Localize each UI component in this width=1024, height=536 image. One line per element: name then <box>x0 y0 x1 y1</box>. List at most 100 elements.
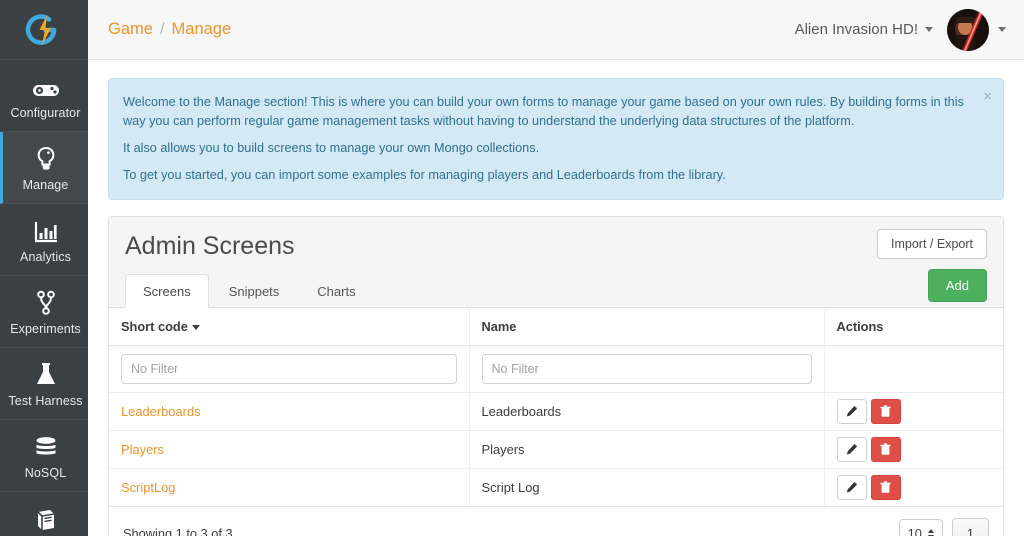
delete-trash-icon <box>880 443 891 455</box>
game-selector-label: Alien Invasion HD! <box>794 21 918 38</box>
cell-short-code: Players <box>109 430 470 469</box>
sidebar-item-manage[interactable]: Manage <box>0 132 88 204</box>
short-code-link[interactable]: Players <box>121 442 164 457</box>
column-header-actions: Actions <box>824 308 1003 346</box>
gamepad-icon <box>32 72 60 100</box>
sidebar-item-label: Test Harness <box>8 393 83 408</box>
column-header-name[interactable]: Name <box>469 308 825 346</box>
database-icon <box>33 432 59 460</box>
sort-descending-icon <box>191 325 200 331</box>
banner-paragraph: To get you started, you can import some … <box>123 168 726 182</box>
table-body: Leaderboards Leaderboards Players Player… <box>109 392 1003 507</box>
page-size-select[interactable]: 10 <box>898 519 943 536</box>
topbar: Game / Manage Alien Invasion HD! <box>88 0 1024 60</box>
sidebar-item-experiments[interactable]: Experiments <box>0 276 88 348</box>
delete-button[interactable] <box>870 475 901 500</box>
sidebar-item-label: NoSQL <box>24 465 67 480</box>
banner-paragraph: It also allows you to build screens to m… <box>123 141 540 155</box>
edit-button[interactable] <box>836 437 867 462</box>
table-header: Short code Name Actions <box>109 308 1003 346</box>
sidebar: Configurator Manage Analytics Experiment… <box>0 0 88 536</box>
delete-button[interactable] <box>870 437 901 462</box>
page-button-1[interactable]: 1 <box>951 518 989 536</box>
filter-cell-short-code <box>109 345 470 393</box>
tab-snippets[interactable]: Snippets <box>211 274 298 308</box>
sidebar-item-label: Configurator <box>10 105 81 120</box>
sidebar-item-test-harness[interactable]: Test Harness <box>0 348 88 420</box>
table-row[interactable]: Players Players <box>109 430 1003 469</box>
delete-trash-icon <box>880 405 891 417</box>
pagination-controls: 10 1 <box>898 518 989 536</box>
page-size-value: 10 <box>907 526 922 536</box>
app-root: Configurator Manage Analytics Experiment… <box>0 0 1024 536</box>
breadcrumb-separator: / <box>159 20 165 38</box>
edit-button[interactable] <box>836 475 867 500</box>
cell-actions <box>824 392 1003 431</box>
main-area: Game / Manage Alien Invasion HD! × Welco… <box>88 0 1024 536</box>
content: × Welcome to the Manage section! This is… <box>88 60 1024 536</box>
cell-short-code: Leaderboards <box>109 392 470 431</box>
game-selector[interactable]: Alien Invasion HD! <box>795 21 933 38</box>
sidebar-item-configurator[interactable]: Configurator <box>0 60 88 132</box>
app-logo[interactable] <box>0 0 88 60</box>
chevron-down-icon <box>998 27 1006 32</box>
sidebar-item-learn[interactable]: Learn <box>0 492 88 536</box>
edit-pencil-icon <box>846 405 858 417</box>
book-icon <box>33 504 59 532</box>
flask-icon <box>34 360 58 388</box>
banner-paragraph: Welcome to the Manage section! This is w… <box>123 95 964 128</box>
cell-actions <box>824 469 1003 507</box>
cell-short-code: ScriptLog <box>109 468 470 506</box>
cell-name: Script Log <box>469 468 825 506</box>
panel-tabs: Screens Snippets Charts <box>125 273 987 308</box>
lightbulb-icon <box>35 144 57 172</box>
bar-chart-icon <box>33 216 59 244</box>
breadcrumb-current[interactable]: Manage <box>172 20 232 39</box>
branch-icon <box>35 288 57 316</box>
delete-trash-icon <box>880 481 891 493</box>
user-menu[interactable] <box>947 8 1006 51</box>
breadcrumb-root[interactable]: Game <box>108 20 153 39</box>
avatar <box>947 8 989 51</box>
short-code-filter-input[interactable] <box>121 354 457 384</box>
showing-text: Showing 1 to 3 of 3 <box>123 526 233 536</box>
filter-cell-name <box>469 345 825 393</box>
close-icon[interactable]: × <box>983 89 992 104</box>
tab-screens[interactable]: Screens <box>125 274 209 308</box>
sidebar-item-label: Experiments <box>10 321 81 336</box>
sidebar-item-analytics[interactable]: Analytics <box>0 204 88 276</box>
name-filter-input[interactable] <box>481 354 812 384</box>
sidebar-item-label: Manage <box>22 177 69 192</box>
column-header-short-code[interactable]: Short code <box>109 308 470 346</box>
sidebar-item-nosql[interactable]: NoSQL <box>0 420 88 492</box>
column-header-label: Short code <box>121 319 188 334</box>
info-banner: × Welcome to the Manage section! This is… <box>108 78 1004 200</box>
short-code-link[interactable]: ScriptLog <box>121 480 175 495</box>
filter-row-body <box>109 345 1003 393</box>
edit-pencil-icon <box>846 443 858 455</box>
table-footer: Showing 1 to 3 of 3 10 1 <box>109 506 1003 536</box>
filter-cell-actions <box>824 345 1003 393</box>
admin-screens-panel: Admin Screens Import / Export Add Screen… <box>108 216 1004 536</box>
filter-row <box>109 345 1003 393</box>
short-code-link[interactable]: Leaderboards <box>121 404 201 419</box>
table-row[interactable]: Leaderboards Leaderboards <box>109 392 1003 431</box>
stepper-arrows-icon <box>927 528 934 536</box>
page-title: Admin Screens <box>125 232 295 260</box>
tab-charts[interactable]: Charts <box>299 274 373 308</box>
panel-header: Admin Screens Import / Export Add Screen… <box>109 217 1003 308</box>
breadcrumb: Game / Manage <box>108 20 231 39</box>
cell-name: Leaderboards <box>469 392 825 431</box>
edit-button[interactable] <box>836 399 867 424</box>
screens-table: Short code Name Actions No Filter No Fil… <box>109 308 1003 506</box>
cell-actions <box>824 430 1003 469</box>
add-button[interactable]: Add <box>927 269 987 302</box>
edit-pencil-icon <box>846 481 858 493</box>
table-row[interactable]: ScriptLog Script Log <box>109 468 1003 507</box>
topbar-right: Alien Invasion HD! <box>795 8 1006 51</box>
chevron-down-icon <box>925 27 933 32</box>
lightning-g-logo <box>24 10 64 50</box>
import-export-button[interactable]: Import / Export <box>877 229 987 259</box>
delete-button[interactable] <box>870 399 901 424</box>
sidebar-item-label: Analytics <box>20 249 71 264</box>
